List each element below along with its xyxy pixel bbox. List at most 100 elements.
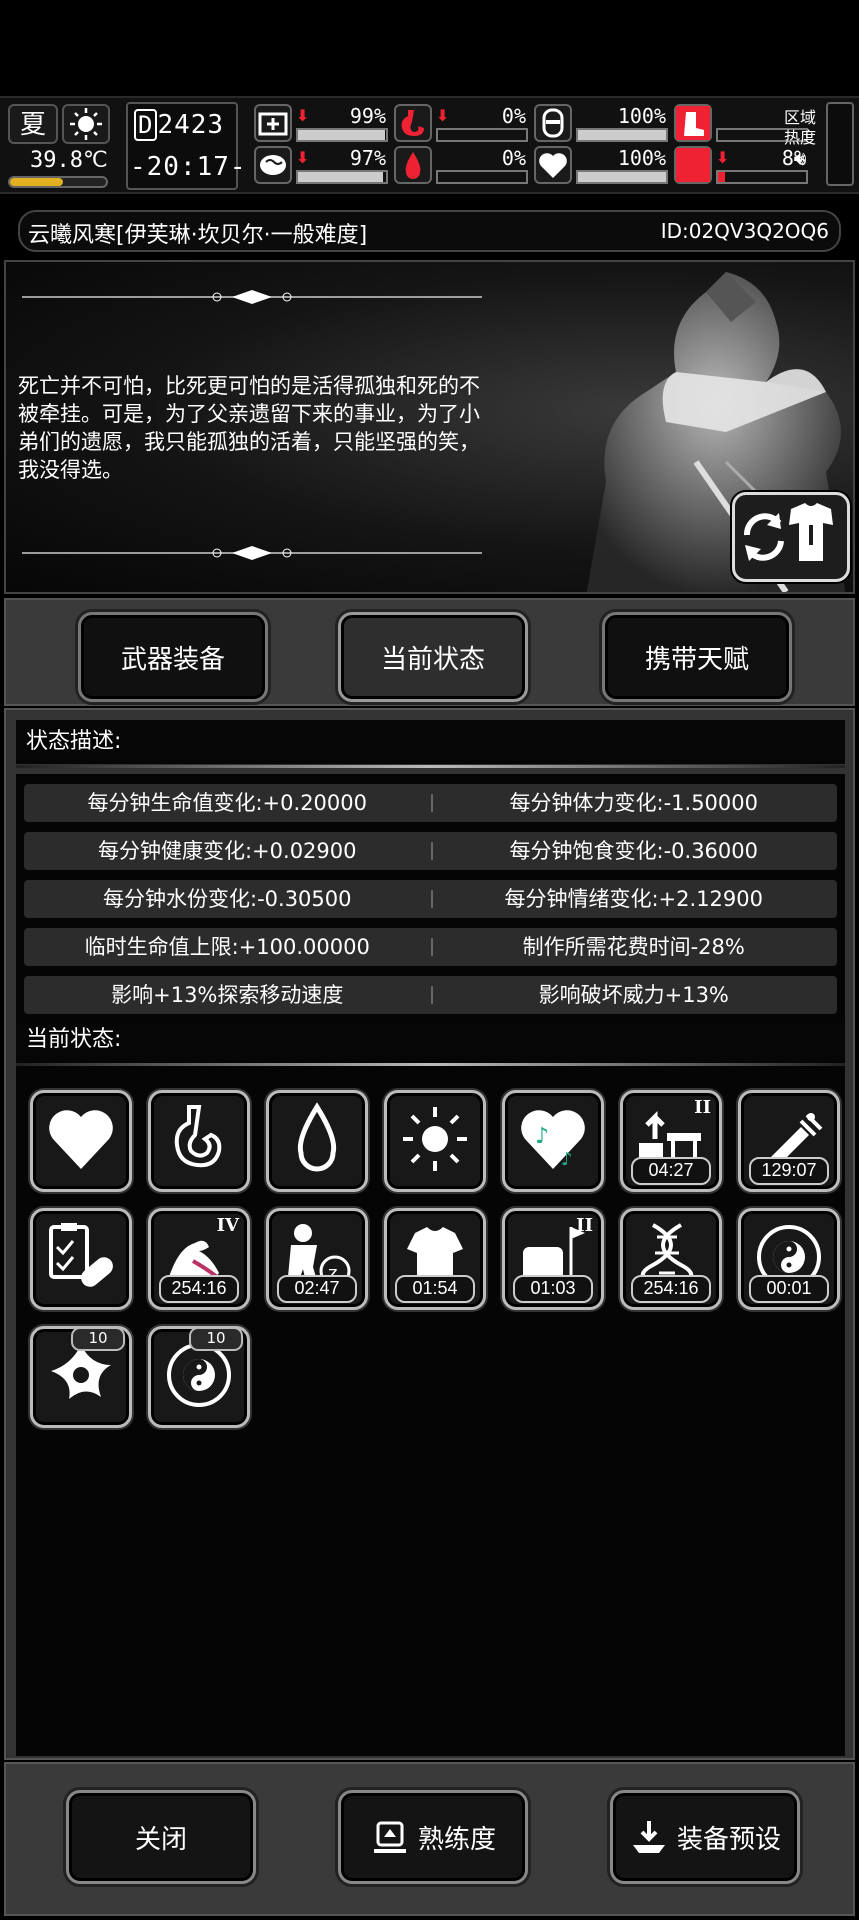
hud-stat: 100% [534, 146, 670, 186]
buff-slot[interactable] [30, 1090, 132, 1192]
buff-slot[interactable]: 10 [148, 1326, 250, 1428]
buff-slot[interactable] [30, 1208, 132, 1310]
buff-timer: 129:07 [749, 1157, 829, 1185]
buff-slot[interactable] [266, 1090, 368, 1192]
day-prefix: D [134, 109, 158, 141]
equipment-preset-button[interactable]: 装备预设 [610, 1790, 800, 1884]
trend-down-icon: ⬇ [716, 148, 730, 167]
status-row: 每分钟健康变化:+0.02900 每分钟饱食变化:-0.36000 [24, 832, 837, 870]
status-value: 影响破坏威力+13% [538, 983, 729, 1007]
stomach-icon [174, 1105, 222, 1168]
status-panel: 状态描述: 每分钟生命值变化:+0.20000 每分钟体力变化:-1.50000 … [4, 708, 855, 1760]
medkit-icon [254, 104, 292, 142]
equipment-preset-label: 装备预设 [676, 1824, 781, 1855]
heat-label: 热度 [783, 128, 816, 147]
brain-icon [254, 146, 292, 184]
hud-stat-value: 100% [617, 104, 666, 128]
hud-stat: ⬇ 0% [394, 104, 530, 144]
proficiency-button[interactable]: 熟练度 [338, 1790, 528, 1884]
sun-icon [403, 1107, 467, 1171]
trend-down-icon: ⬇ [296, 148, 310, 167]
buff-timer: 01:03 [513, 1275, 593, 1303]
hud-stat-bar [576, 170, 668, 184]
zone-label: 区域 [783, 108, 816, 127]
water-drop-icon [297, 1102, 337, 1172]
buff-slot[interactable]: 01:54 [384, 1208, 486, 1310]
outfit-swap-button[interactable] [732, 492, 850, 582]
hud-stat-bar [296, 128, 388, 142]
hud-stat-value: 97% [349, 146, 386, 170]
buff-timer: 00:01 [749, 1275, 829, 1303]
hud-stat-bar [576, 128, 668, 142]
medicine-clipboard-icon [49, 1223, 113, 1287]
character-quote: 死亡并不可怕，比死更可怕的是活得孤独和死的不被牵挂。可是，为了父亲遗留下来的事业… [18, 374, 480, 482]
buff-slot[interactable]: 254:16 [620, 1208, 722, 1310]
character-title-bar: 云曦风寒[伊芙琳·坎贝尔·一般难度] ID:02QV3Q2OQ6 [18, 210, 841, 252]
tab-current-status[interactable]: 当前状态 [338, 612, 528, 702]
stomach-icon [394, 104, 432, 142]
hud-stat: ⬇ 97% [254, 146, 390, 186]
status-row: 临时生命值上限:+100.00000 制作所需花费时间-28% [24, 928, 837, 966]
status-description-heading: 状态描述: [16, 720, 845, 768]
buff-slot[interactable]: II 04:27 [620, 1090, 722, 1192]
water-drop-icon [394, 146, 432, 184]
proficiency-label: 熟练度 [417, 1824, 496, 1855]
buff-slot[interactable]: 129:07 [738, 1090, 840, 1192]
buff-timer: 254:16 [631, 1275, 711, 1303]
buff-slot[interactable]: 10 [30, 1326, 132, 1428]
stamina-icon [534, 104, 572, 142]
buff-slot[interactable]: 00:01 [738, 1208, 840, 1310]
close-button[interactable]: 关闭 [66, 1790, 256, 1884]
close-label: 关闭 [134, 1824, 187, 1855]
status-value: 制作所需花费时间-28% [522, 935, 745, 959]
injury-icon [674, 146, 712, 184]
status-hud: 夏 39.8℃ D 2423 -20:17- ⬇ 99% ⬇ 0% 100% ⬇ 97% 0% 1… [0, 96, 859, 194]
status-value: 每分钟水份变化:-0.30500 [103, 887, 352, 911]
tab-talents[interactable]: 携带天赋 [602, 612, 792, 702]
hud-stat: ⬇ 99% [254, 104, 390, 144]
buff-stack-count: 10 [189, 1327, 243, 1351]
status-value: 每分钟体力变化:-1.50000 [509, 791, 759, 815]
status-row: 影响+13%探索移动速度 影响破坏威力+13% [24, 976, 837, 1014]
status-value: 每分钟饱食变化:-0.36000 [509, 839, 759, 863]
buff-slot[interactable]: z 02:47 [266, 1208, 368, 1310]
status-value: 影响+13%探索移动速度 [111, 983, 344, 1007]
proficiency-icon [373, 1821, 406, 1853]
ornament-divider-top [22, 290, 482, 304]
hud-stat-value: 100% [617, 146, 666, 170]
bottom-action-bar: 关闭 熟练度 装备预设 [4, 1762, 855, 1916]
status-value: 每分钟健康变化:+0.02900 [97, 839, 357, 863]
hud-stat-bar [436, 128, 528, 142]
day-counter: 2423 [157, 110, 225, 140]
boot-icon [674, 104, 712, 142]
speaker-icon[interactable]: 🔊︎ [780, 148, 820, 168]
buff-timer: 01:54 [395, 1275, 475, 1303]
current-status-heading: 当前状态: [16, 1018, 845, 1066]
buff-slot[interactable] [384, 1090, 486, 1192]
music-heart-icon: ♪♪ [521, 1110, 585, 1170]
buff-timer: 254:16 [159, 1275, 239, 1303]
buff-level: IV [216, 1215, 239, 1236]
status-value: 临时生命值上限:+100.00000 [84, 935, 370, 959]
hud-stat: 100% [534, 104, 670, 144]
status-row: 每分钟生命值变化:+0.20000 每分钟体力变化:-1.50000 [24, 784, 837, 822]
buff-slot[interactable]: ♪ ♪ [502, 1090, 604, 1192]
hud-stat-bar [296, 170, 388, 184]
status-value: 每分钟生命值变化:+0.20000 [87, 791, 367, 815]
buff-slot[interactable]: IV 254:16 [148, 1208, 250, 1310]
zone-heat-bar [826, 102, 854, 186]
buff-level: II [576, 1215, 593, 1236]
buff-slot[interactable]: II 01:03 [502, 1208, 604, 1310]
player-id: ID:02QV3Q2OQ6 [660, 219, 829, 243]
tab-weapons-equipment[interactable]: 武器装备 [78, 612, 268, 702]
trend-down-icon: ⬇ [436, 106, 450, 125]
character-portrait-panel: 死亡并不可怕，比死更可怕的是活得孤独和死的不被牵挂。可是，为了父亲遗留下来的事业… [4, 260, 855, 594]
zone-heat-label: 区域 热度 🔊︎ [780, 108, 820, 168]
hud-stat-value: 0% [501, 104, 526, 128]
buff-grid: ♪ ♪ II 04:27 129:07 IV 254:16 z 02:47 01:54 II 01:0… [16, 1076, 845, 1756]
buff-timer: 02:47 [277, 1275, 357, 1303]
status-value: 每分钟情绪变化:+2.12900 [504, 887, 763, 911]
buff-slot[interactable] [148, 1090, 250, 1192]
buff-timer: 04:27 [631, 1157, 711, 1185]
buff-stack-count: 10 [71, 1327, 125, 1351]
